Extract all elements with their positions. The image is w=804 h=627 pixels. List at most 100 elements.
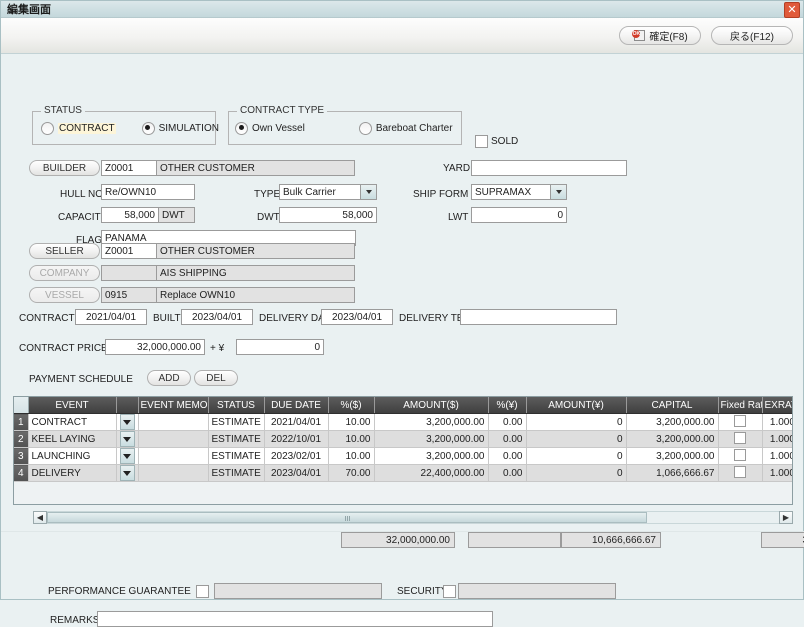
back-button[interactable]: 戻る(F12) <box>711 26 793 45</box>
yard-input[interactable] <box>471 160 627 176</box>
cell-amount-usd[interactable]: 3,200,000.00 <box>374 431 488 448</box>
confirm-button[interactable]: OK 確定(F8) <box>619 26 701 45</box>
header-pct-yen[interactable]: %(¥) <box>488 397 526 414</box>
chevron-down-icon-2[interactable] <box>550 185 566 199</box>
chevron-down-icon-row2[interactable] <box>120 431 135 447</box>
add-row-button[interactable]: ADD <box>147 370 191 386</box>
cell-pct-yen[interactable]: 0.00 <box>488 448 526 465</box>
contract-date-input[interactable] <box>75 309 147 325</box>
cell-exrate[interactable]: 1.0000 <box>762 465 793 482</box>
cell-pct-usd[interactable]: 10.00 <box>328 414 374 431</box>
cell-exrate[interactable]: 1.0000 <box>762 414 793 431</box>
contract-price-yen-input[interactable] <box>236 339 324 355</box>
seller-field[interactable]: Z0001 OTHER CUSTOMER <box>101 243 355 259</box>
cell-amount-yen[interactable]: 0 <box>526 448 626 465</box>
cell-amount-yen[interactable]: 0 <box>526 465 626 482</box>
cell-pct-yen[interactable]: 0.00 <box>488 465 526 482</box>
fixed-rate-checkbox[interactable] <box>734 432 746 444</box>
sold-checkbox-row[interactable]: SOLD <box>475 135 518 148</box>
cell-event[interactable]: LAUNCHING <box>28 448 116 465</box>
delete-row-button[interactable]: DEL <box>194 370 238 386</box>
cell-pct-usd[interactable]: 10.00 <box>328 431 374 448</box>
cell-event[interactable]: KEEL LAYING <box>28 431 116 448</box>
scroll-right-arrow-icon[interactable]: ▶ <box>779 511 793 524</box>
chevron-down-icon-row4[interactable] <box>120 465 135 481</box>
cell-event-memo[interactable] <box>138 431 208 448</box>
header-amount-usd[interactable]: AMOUNT($) <box>374 397 488 414</box>
header-amount-yen[interactable]: AMOUNT(¥) <box>526 397 626 414</box>
security-checkbox[interactable] <box>443 585 456 598</box>
cell-due-date[interactable]: 2021/04/01 <box>264 414 328 431</box>
table-row[interactable]: 1 CONTRACT ESTIMATE 2021/04/01 10.00 3,2… <box>14 414 793 431</box>
ship-form-combo[interactable]: SUPRAMAX <box>471 184 567 200</box>
scroll-left-arrow-icon[interactable]: ◀ <box>33 511 47 524</box>
scrollbar-track[interactable] <box>47 511 779 524</box>
seller-code[interactable]: Z0001 <box>101 243 157 259</box>
cell-capital[interactable]: 3,200,000.00 <box>626 431 718 448</box>
chevron-down-icon-row3[interactable] <box>120 448 135 464</box>
cell-capital[interactable]: 1,066,666.67 <box>626 465 718 482</box>
chevron-down-icon[interactable] <box>360 185 376 199</box>
header-status[interactable]: STATUS <box>208 397 264 414</box>
cell-pct-yen[interactable]: 0.00 <box>488 414 526 431</box>
cell-status[interactable]: ESTIMATE <box>208 465 264 482</box>
header-capital[interactable]: CAPITAL <box>626 397 718 414</box>
fixed-rate-checkbox[interactable] <box>734 449 746 461</box>
cell-due-date[interactable]: 2022/10/01 <box>264 431 328 448</box>
fixed-rate-checkbox[interactable] <box>734 415 746 427</box>
cell-event[interactable]: CONTRACT <box>28 414 116 431</box>
cell-due-date[interactable]: 2023/02/01 <box>264 448 328 465</box>
radio-own-vessel[interactable]: Own Vessel <box>235 122 305 135</box>
cell-amount-usd[interactable]: 3,200,000.00 <box>374 414 488 431</box>
capacity-input[interactable] <box>101 207 159 223</box>
table-row[interactable]: 4 DELIVERY ESTIMATE 2023/04/01 70.00 22,… <box>14 465 793 482</box>
fixed-rate-checkbox[interactable] <box>734 466 746 478</box>
contract-price-input[interactable] <box>105 339 205 355</box>
delivery-date-input[interactable] <box>321 309 393 325</box>
dwt-input[interactable] <box>279 207 377 223</box>
cell-event-memo[interactable] <box>138 465 208 482</box>
scrollbar-thumb[interactable] <box>47 512 647 523</box>
cell-amount-yen[interactable]: 0 <box>526 431 626 448</box>
cell-event-memo[interactable] <box>138 414 208 431</box>
cell-pct-usd[interactable]: 10.00 <box>328 448 374 465</box>
cell-pct-yen[interactable]: 0.00 <box>488 431 526 448</box>
type-combo[interactable]: Bulk Carrier <box>279 184 377 200</box>
radio-bareboat-charter[interactable]: Bareboat Charter <box>359 122 453 135</box>
cell-capital[interactable]: 3,200,000.00 <box>626 448 718 465</box>
header-event[interactable]: EVENT <box>28 397 116 414</box>
built-input[interactable] <box>181 309 253 325</box>
cell-status[interactable]: ESTIMATE <box>208 414 264 431</box>
cell-event-dropdown[interactable] <box>116 448 138 465</box>
cell-event-memo[interactable] <box>138 448 208 465</box>
cell-fixed-rate[interactable] <box>718 414 762 431</box>
delivery-term-input[interactable] <box>460 309 617 325</box>
cell-event-dropdown[interactable] <box>116 431 138 448</box>
security-input[interactable] <box>458 583 616 599</box>
cell-event[interactable]: DELIVERY <box>28 465 116 482</box>
header-pct-usd[interactable]: %($) <box>328 397 374 414</box>
lwt-input[interactable] <box>471 207 567 223</box>
cell-fixed-rate[interactable] <box>718 431 762 448</box>
header-event-memo[interactable]: EVENT MEMO <box>138 397 208 414</box>
header-due-date[interactable]: DUE DATE <box>264 397 328 414</box>
table-row[interactable]: 2 KEEL LAYING ESTIMATE 2022/10/01 10.00 … <box>14 431 793 448</box>
cell-amount-usd[interactable]: 22,400,000.00 <box>374 465 488 482</box>
cell-exrate[interactable]: 1.0000 <box>762 431 793 448</box>
hull-no-input[interactable] <box>101 184 195 200</box>
cell-status[interactable]: ESTIMATE <box>208 448 264 465</box>
cell-fixed-rate[interactable] <box>718 448 762 465</box>
builder-button[interactable]: BUILDER <box>29 160 100 176</box>
cell-status[interactable]: ESTIMATE <box>208 431 264 448</box>
cell-event-dropdown[interactable] <box>116 465 138 482</box>
cell-exrate[interactable]: 1.0000 <box>762 448 793 465</box>
table-row[interactable]: 3 LAUNCHING ESTIMATE 2023/02/01 10.00 3,… <box>14 448 793 465</box>
performance-guarantee-input[interactable] <box>214 583 382 599</box>
cell-pct-usd[interactable]: 70.00 <box>328 465 374 482</box>
cell-amount-yen[interactable]: 0 <box>526 414 626 431</box>
builder-code[interactable]: Z0001 <box>101 160 157 176</box>
cell-amount-usd[interactable]: 3,200,000.00 <box>374 448 488 465</box>
header-fixed-rate[interactable]: Fixed Rate <box>718 397 762 414</box>
cell-due-date[interactable]: 2023/04/01 <box>264 465 328 482</box>
cell-capital[interactable]: 3,200,000.00 <box>626 414 718 431</box>
